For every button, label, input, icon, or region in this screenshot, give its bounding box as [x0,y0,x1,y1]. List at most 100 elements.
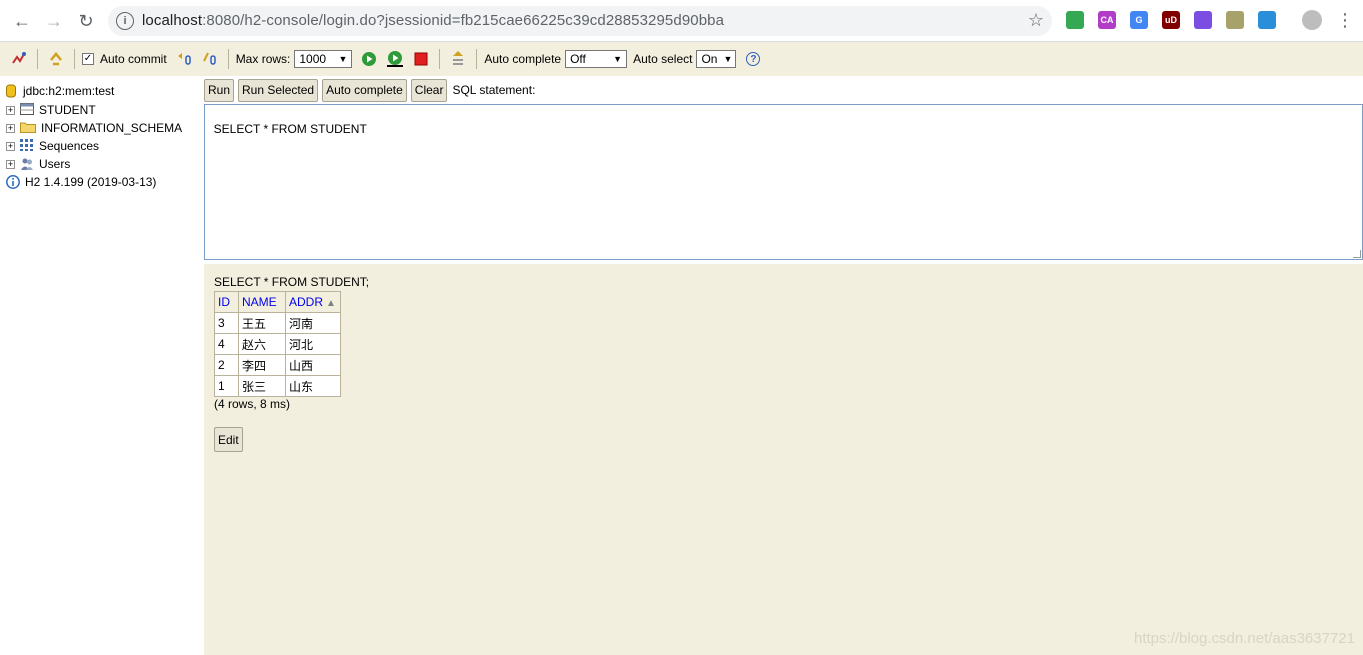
clear-button[interactable]: Clear [410,78,448,102]
folder-icon [20,121,36,135]
table-cell: 3 [214,312,239,334]
watermark: https://blog.csdn.net/aas3637721 [1133,630,1355,647]
tree-item-student[interactable]: + STUDENT [6,101,96,119]
max-rows-label: Max rows: [235,52,291,66]
history-icon[interactable] [448,49,468,69]
browser-chrome: ← → ↻ i localhost:8080/h2-console/login.… [0,0,1363,42]
tree-item-label: Sequences [39,139,100,153]
auto-select-label: Auto select [633,52,693,66]
sql-statement-label: SQL statement: [452,83,536,97]
auto-commit-checkbox[interactable]: ✓ [82,53,94,65]
run-button[interactable]: Run [204,78,235,102]
table-cell: 河北 [285,333,341,355]
table-cell: 山西 [285,354,341,376]
tree-item-information-schema[interactable]: + INFORMATION_SCHEMA [6,119,182,137]
tree-item-sequences[interactable]: + Sequences [6,137,99,155]
toolbar-separator [439,49,441,69]
auto-select-select[interactable]: On ▼ [696,50,737,68]
table-cell: 河南 [285,312,341,334]
table-header-row: ID NAME ADDR ▲ [214,291,341,313]
column-header-name[interactable]: NAME [238,291,286,313]
profile-avatar-icon[interactable] [1302,10,1322,30]
stop-icon[interactable] [411,49,431,69]
table-cell: 山东 [285,375,341,397]
tree-item-users[interactable]: + Users [6,155,70,173]
query-bar: Run Run Selected Auto complete Clear SQL… [204,76,1363,104]
toolbar-separator [227,49,229,69]
ublock-extension-icon[interactable]: uD [1162,11,1180,29]
table-cell: 张三 [238,375,286,397]
edit-button[interactable]: Edit [214,427,243,452]
video-extension-icon[interactable] [1258,11,1276,29]
users-icon [20,157,34,171]
column-header-label: ID [218,295,230,309]
url-path: :8080/h2-console/login.do?jsessionid=fb2… [202,12,725,29]
translate-extension-icon[interactable]: G [1130,11,1148,29]
sql-editor[interactable]: SELECT * FROM STUDENT [204,104,1363,260]
expand-icon[interactable]: + [6,105,15,115]
tree-item-label: INFORMATION_SCHEMA [41,121,183,135]
auto-complete-select[interactable]: Off ▼ [565,50,628,68]
help-icon[interactable]: ? [743,49,763,69]
site-info-icon[interactable]: i [116,12,134,30]
tree-item-label: STUDENT [39,103,96,117]
auto-complete-label: Auto complete [484,52,562,66]
shield-extension-icon[interactable] [1194,11,1212,29]
forward-arrow-icon[interactable]: → [42,9,66,33]
column-header-label: NAME [242,295,277,309]
toolbar-separator [37,49,38,69]
help-glyph: ? [746,52,761,66]
auto-select-value: On [701,52,718,66]
disconnect-icon[interactable] [9,49,29,69]
table-row: 4 赵六 河北 [214,333,341,355]
object-tree: jdbc:h2:mem:test + STUDENT + INFORMATION… [0,76,204,655]
dropdown-arrow-icon: ▼ [338,54,348,64]
address-url[interactable]: localhost:8080/h2-console/login.do?jsess… [142,12,724,29]
expand-icon[interactable]: + [6,123,15,133]
bookmark-star-icon[interactable]: ☆ [1028,10,1044,31]
drive-extension-icon[interactable] [1066,11,1084,29]
auto-complete-button[interactable]: Auto complete [322,78,407,102]
refresh-icon[interactable] [46,49,66,69]
expand-icon[interactable]: + [6,141,15,151]
tree-version: H2 1.4.199 (2019-03-13) [6,173,156,191]
version-label: H2 1.4.199 (2019-03-13) [25,175,157,189]
column-header-addr[interactable]: ADDR ▲ [285,291,341,313]
database-icon [6,84,18,98]
run-selected-button[interactable]: Run Selected [238,78,319,102]
sql-text: SELECT * FROM STUDENT [213,122,367,136]
table-cell: 李四 [238,354,286,376]
table-cell: 4 [214,333,239,355]
toolbar-separator [476,49,478,69]
tree-item-label: Users [39,157,71,171]
column-header-id[interactable]: ID [214,291,239,313]
reload-icon[interactable]: ↻ [74,9,98,33]
run-selected-icon[interactable] [385,49,405,69]
run-icon[interactable] [359,49,379,69]
table-icon [20,103,34,117]
connection-url: jdbc:h2:mem:test [23,84,115,98]
expand-icon[interactable]: + [6,159,15,169]
toolbar-separator [74,49,75,69]
sequences-icon [20,139,34,153]
notes-extension-icon[interactable] [1226,11,1244,29]
back-arrow-icon[interactable]: ← [10,9,34,33]
browser-menu-icon[interactable]: ⋮ [1336,8,1354,32]
max-rows-value: 1000 [299,52,327,66]
ca-extension-icon[interactable]: CA [1098,11,1116,29]
dropdown-arrow-icon: ▼ [723,54,733,64]
sort-ascending-icon: ▲ [326,298,336,309]
tree-connection[interactable]: jdbc:h2:mem:test [6,82,114,100]
url-host: localhost [142,12,203,29]
rollback-icon[interactable] [174,49,194,69]
result-summary: (4 rows, 8 ms) [214,397,291,411]
auto-commit-label: Auto commit [100,52,167,66]
max-rows-select[interactable]: 1000 ▼ [294,50,353,68]
resize-grip-icon[interactable] [1353,250,1361,258]
auto-complete-value: Off [570,52,586,66]
commit-icon[interactable] [200,49,220,69]
result-table: ID NAME ADDR ▲ 3 王五 河南 4 赵六 河北 2 李四 山西 1… [214,291,341,397]
info-icon [6,175,20,189]
address-bar[interactable]: i localhost:8080/h2-console/login.do?jse… [108,6,1052,36]
executed-sql: SELECT * FROM STUDENT; [214,275,370,289]
